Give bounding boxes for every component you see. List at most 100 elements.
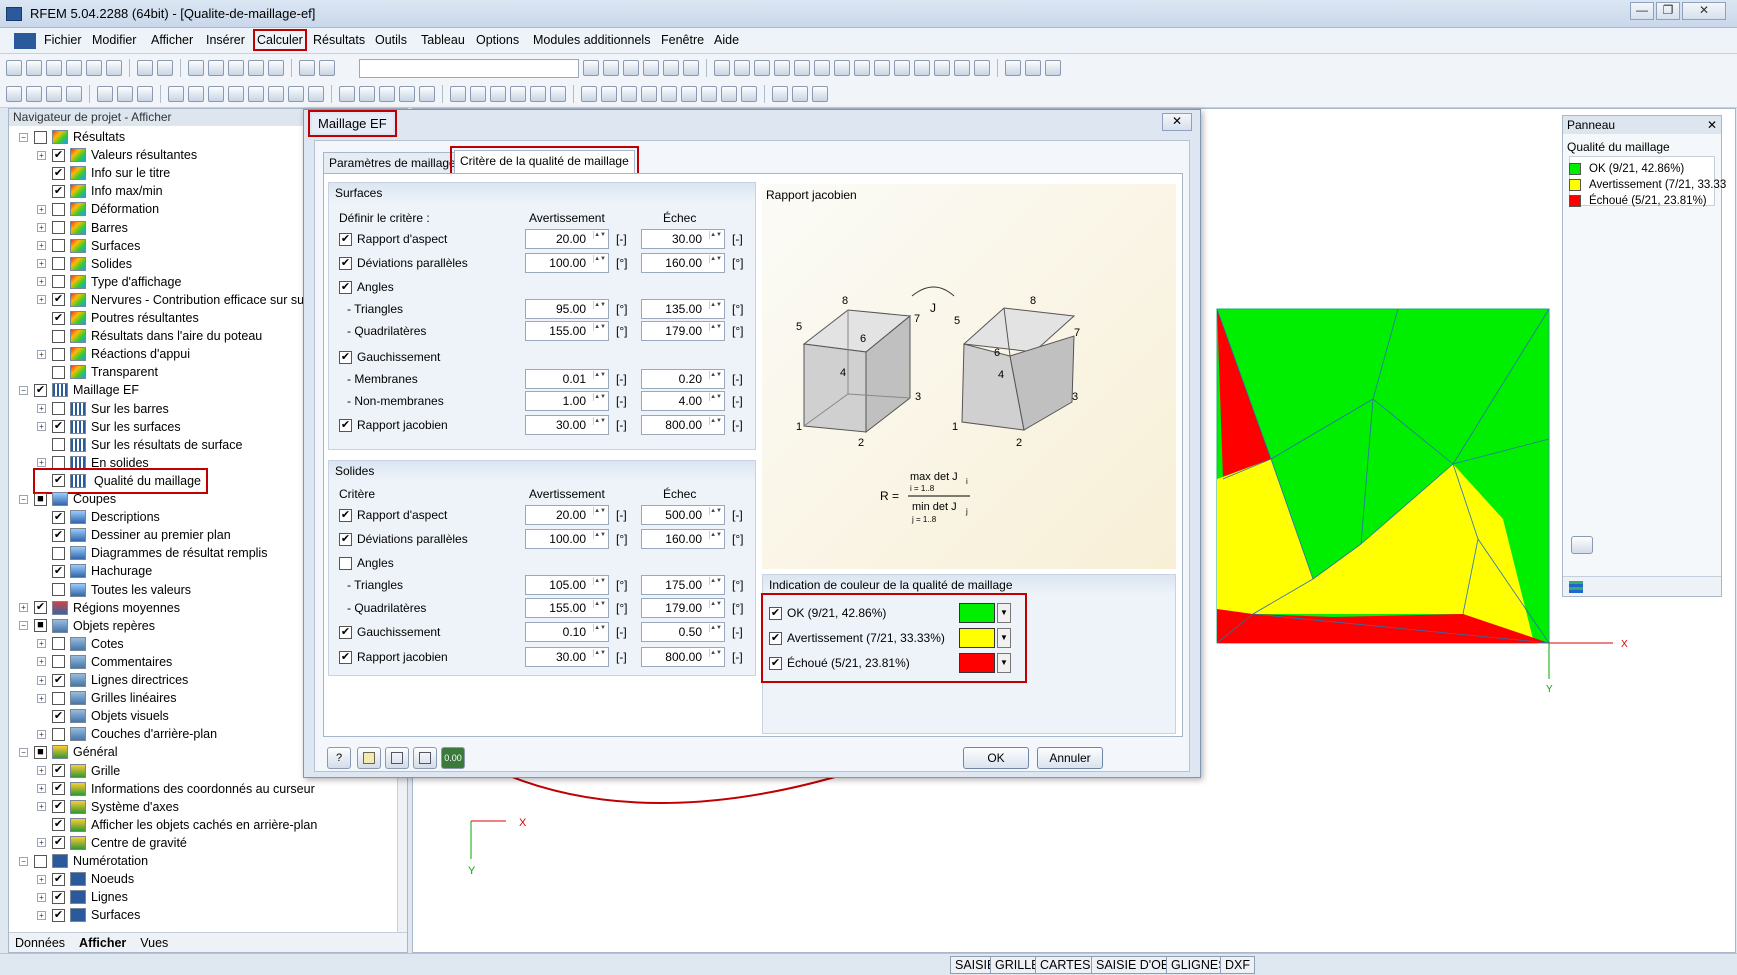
save-all-icon[interactable] (66, 60, 82, 76)
criterion-checkbox[interactable]: ✔ (339, 532, 352, 546)
tree-checkbox[interactable] (52, 347, 65, 361)
join-icon[interactable] (621, 86, 637, 102)
tree-checkbox[interactable] (52, 727, 65, 741)
tree-item[interactable]: − ■ Général (19, 743, 117, 761)
scale-icon[interactable] (681, 86, 697, 102)
tree-item[interactable]: Résultats dans l'aire du poteau (37, 327, 262, 345)
warning-value-input[interactable]: 100.00 (525, 253, 609, 273)
tree-item[interactable]: ✔ Descriptions (37, 508, 160, 526)
tree-item[interactable]: + ✔ Système d'axes (37, 798, 179, 816)
tree-checkbox[interactable] (52, 365, 65, 379)
select-icon[interactable] (450, 86, 466, 102)
tree-item[interactable]: ✔ Afficher les objets cachés en arrière-p… (37, 816, 317, 834)
tree-checkbox[interactable]: ✔ (52, 474, 65, 488)
cut-icon[interactable] (874, 60, 890, 76)
color-scale-icon[interactable] (1569, 581, 1583, 593)
criterion-checkbox[interactable]: ✔ (339, 256, 352, 270)
menu-calculer[interactable]: Calculer (253, 29, 307, 51)
tree-checkbox[interactable] (52, 438, 65, 452)
tree-checkbox[interactable] (52, 402, 65, 415)
tree-item[interactable]: ✔ Info sur le titre (37, 164, 170, 182)
tree-item[interactable]: + Surfaces (37, 237, 140, 255)
tab-mesh-quality-criteria[interactable]: Critère de la qualité de maillage (450, 146, 639, 177)
render-icon[interactable] (339, 86, 355, 102)
tree-checkbox[interactable]: ■ (34, 745, 47, 759)
mirror-icon[interactable] (550, 86, 566, 102)
select-all-icon[interactable] (490, 86, 506, 102)
warning-value-input[interactable]: 0.10 (525, 622, 609, 642)
guide-line-icon[interactable] (228, 86, 244, 102)
menu-fichier[interactable]: Fichier (44, 33, 82, 47)
tree-expander-icon[interactable]: + (37, 874, 46, 884)
tree-expander-icon[interactable]: + (37, 784, 46, 794)
tree-checkbox[interactable]: ✔ (52, 890, 65, 904)
edit-icon[interactable] (188, 60, 204, 76)
tree-item[interactable]: − Numérotation (19, 852, 148, 870)
support-icon[interactable] (894, 60, 910, 76)
tree-item[interactable]: + Cotes (37, 635, 124, 653)
tree-item[interactable]: ✔ Poutres résultantes (37, 309, 199, 327)
tab-afficher[interactable]: Afficher (79, 936, 126, 950)
rotate-obj-icon[interactable] (661, 86, 677, 102)
menu-options[interactable]: Options (476, 33, 519, 47)
line-icon[interactable] (26, 86, 42, 102)
tree-expander-icon[interactable]: − (19, 621, 28, 631)
tree-expander-icon[interactable]: + (37, 223, 46, 232)
tree-expander-icon[interactable]: + (37, 802, 46, 812)
tree-checkbox[interactable]: ✔ (52, 764, 65, 777)
view-icon[interactable] (623, 60, 639, 76)
color-swatch[interactable] (959, 628, 995, 648)
tree-expander-icon[interactable]: + (37, 259, 46, 269)
values-icon[interactable] (268, 60, 284, 76)
tree-item[interactable]: + ✔ Nervures - Contribution efficace sur s… (37, 291, 312, 309)
shape-icon[interactable] (701, 86, 717, 102)
redo-icon[interactable] (157, 60, 173, 76)
tree-checkbox[interactable]: ✔ (52, 564, 65, 578)
select-window-icon[interactable] (470, 86, 486, 102)
tree-item[interactable]: + ✔ Noeuds (37, 870, 134, 888)
fail-value-input[interactable]: 160.00 (641, 253, 725, 273)
color-scale-icon[interactable] (812, 86, 828, 102)
dimension-icon[interactable] (188, 86, 204, 102)
tree-checkbox[interactable]: ✔ (52, 818, 65, 832)
tree-checkbox[interactable]: ✔ (34, 383, 47, 397)
fail-value-input[interactable]: 175.00 (641, 575, 725, 595)
tree-item[interactable]: + ✔ Surfaces (37, 906, 140, 924)
copy-icon[interactable] (530, 86, 546, 102)
export-icon[interactable] (1005, 60, 1021, 76)
calculator-button[interactable]: 0.00 (441, 747, 465, 769)
grid-icon[interactable] (794, 60, 810, 76)
tree-item[interactable]: + ✔ Lignes (37, 888, 128, 906)
tree-item[interactable]: ✔ Dessiner au premier plan (37, 526, 231, 544)
calculate-icon[interactable] (208, 60, 224, 76)
tree-checkbox[interactable]: ✔ (52, 166, 65, 180)
tree-checkbox[interactable]: ✔ (52, 510, 65, 524)
menu-aide[interactable]: Aide (714, 33, 739, 47)
criterion-checkbox[interactable]: ✔ (339, 280, 352, 294)
tree-checkbox[interactable] (34, 130, 47, 144)
tree-checkbox[interactable] (52, 546, 65, 560)
tree-expander-icon[interactable]: + (37, 404, 46, 413)
fail-value-input[interactable]: 800.00 (641, 415, 725, 435)
warning-value-input[interactable]: 105.00 (525, 575, 609, 595)
transparent-icon[interactable] (399, 86, 415, 102)
tree-item[interactable]: − Résultats (19, 128, 125, 146)
fail-value-input[interactable]: 135.00 (641, 299, 725, 319)
measure-icon[interactable] (168, 86, 184, 102)
tree-checkbox[interactable] (52, 275, 65, 289)
warning-value-input[interactable]: 95.00 (525, 299, 609, 319)
maximize-button[interactable]: ❐ (1656, 2, 1680, 20)
tree-item[interactable]: − ■ Coupes (19, 490, 116, 508)
tree-checkbox[interactable]: ✔ (52, 908, 65, 922)
tree-checkbox[interactable]: ✔ (52, 420, 65, 434)
tree-item[interactable]: + Couches d'arrière-plan (37, 725, 217, 743)
tree-item[interactable]: + Sur les barres (37, 400, 169, 418)
save-icon[interactable] (46, 60, 62, 76)
tree-item[interactable]: − ✔ Maillage EF (19, 381, 139, 399)
divide-icon[interactable] (601, 86, 617, 102)
status-dxf[interactable]: DXF (1220, 956, 1255, 974)
tree-checkbox[interactable]: ✔ (52, 836, 65, 850)
tree-expander-icon[interactable]: + (37, 241, 46, 251)
tree-checkbox[interactable]: ✔ (52, 709, 65, 723)
warning-value-input[interactable]: 155.00 (525, 321, 609, 341)
